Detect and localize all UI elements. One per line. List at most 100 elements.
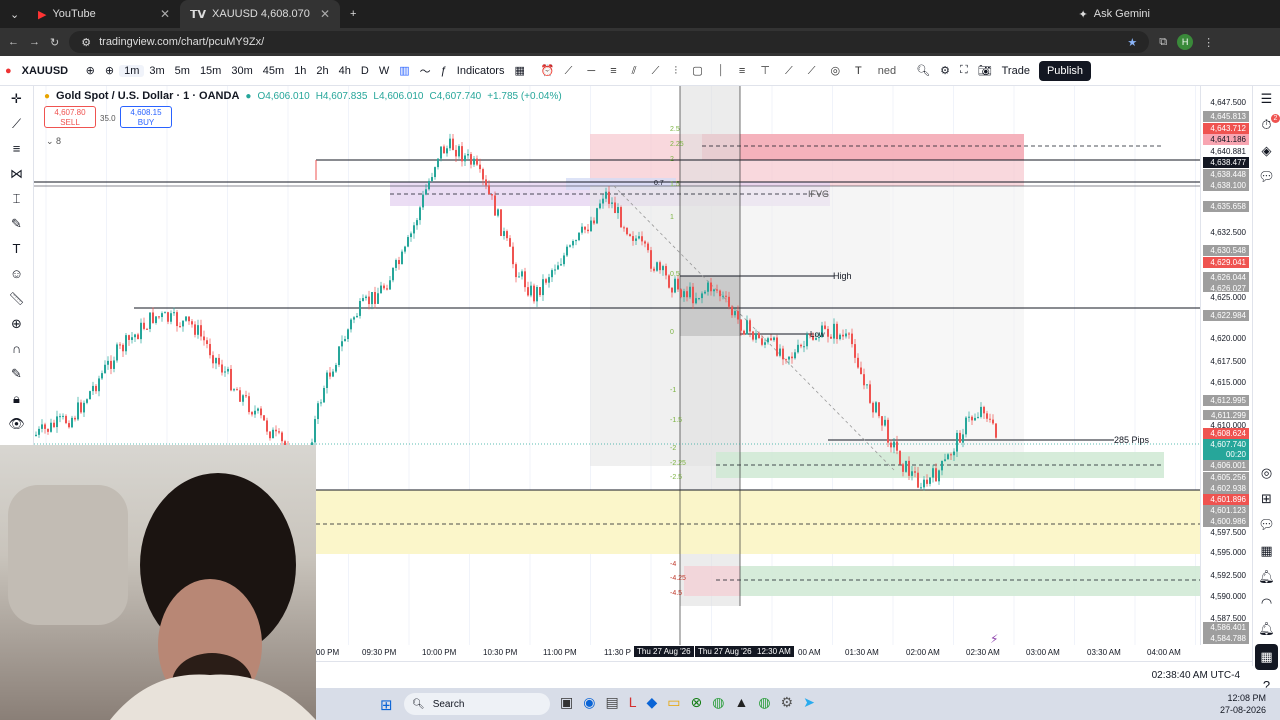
interval-3m[interactable]: 3m [144, 65, 169, 77]
chrome-icon[interactable]: ◍ [712, 694, 724, 711]
bell-icon[interactable]: 🔔︎ [1253, 564, 1280, 590]
interval-w[interactable]: W [374, 65, 394, 77]
sell-box[interactable]: 4,607.80 SELL [44, 106, 96, 128]
candle-body [65, 415, 67, 424]
lock-draw-icon[interactable]: ✎ [0, 361, 33, 386]
pattern-icon[interactable]: ⋈ [0, 161, 33, 186]
interval-2h[interactable]: 2h [311, 65, 333, 77]
store-icon[interactable]: ◆ [646, 694, 657, 711]
publish-button[interactable]: Publish [1038, 60, 1092, 81]
time-label: 00 PM [316, 648, 340, 657]
back-icon[interactable]: ← [8, 36, 19, 48]
folder-icon[interactable]: ▭ [667, 694, 680, 711]
zoom-icon[interactable]: ⊕ [0, 311, 33, 336]
fullscreen-icon[interactable]: ⛶ [955, 64, 973, 77]
tab-tradingview[interactable]: 𝗧𝗩XAUUSD 4,608.070 ▲ +0.29% ...✕ [180, 0, 340, 28]
lightning-icon[interactable]: ⚡ [990, 632, 998, 646]
brush-icon[interactable]: ✎ [0, 211, 33, 236]
chat2-icon[interactable]: 💬︎ [1253, 512, 1280, 538]
notification-icon[interactable]: 🔔︎ [1253, 616, 1280, 642]
interval-15m[interactable]: 15m [195, 65, 226, 77]
candle-body [74, 417, 76, 420]
time-axis[interactable]: 00 PM 09:30 PM 10:00 PM 10:30 PM 11:00 PM 11:… [316, 645, 1252, 661]
eye-icon[interactable]: 👁︎ [0, 411, 33, 436]
interval-45m[interactable]: 45m [258, 65, 289, 77]
taskbar-search[interactable]: 🔍︎ Search [404, 693, 550, 715]
settings-app-icon[interactable]: ⚙ [781, 694, 794, 711]
tab-menu[interactable]: ⌄ [0, 0, 28, 28]
grid-icon[interactable]: ⊞ [1253, 486, 1280, 512]
calendar-icon[interactable]: ▦ [1253, 538, 1280, 564]
forward-icon[interactable]: → [29, 36, 40, 48]
start-icon[interactable]: ⊞ [380, 696, 393, 714]
search-icon[interactable]: 🔍︎ [911, 64, 935, 77]
candle-body [221, 364, 223, 373]
indicators-button[interactable]: Indicators [452, 65, 510, 77]
chat-icon[interactable]: 💬︎ [1253, 164, 1280, 190]
buy-box[interactable]: 4,608.15 BUY [120, 106, 172, 128]
camera-icon[interactable]: 📷︎ [973, 64, 997, 77]
interval-1m[interactable]: 1m [119, 64, 145, 77]
interval-4h[interactable]: 4h [334, 65, 356, 77]
compare-icon[interactable]: ⊕ [100, 64, 119, 77]
xbox-icon[interactable]: ⊗ [691, 694, 703, 711]
close-icon[interactable]: ✕ [160, 7, 170, 21]
settings-icon[interactable]: ⚙ [935, 64, 955, 77]
interval-d[interactable]: D [356, 65, 374, 77]
files-icon[interactable]: ▤ [605, 694, 618, 711]
url-field[interactable]: ⚙ tradingview.com/chart/pcuMY9Zx/★ [69, 31, 1150, 53]
price-axis[interactable]: 4,647.500 4,645.813 4,643.712 4,641.186 4,64… [1200, 86, 1252, 646]
line-type-icon[interactable]: 〜 [415, 63, 436, 79]
symbol-search[interactable]: XAUUSD [17, 65, 81, 77]
emoji-icon[interactable]: ☺ [0, 261, 33, 286]
gemini-button[interactable]: ✦ Ask Gemini [1079, 8, 1280, 21]
user-avatar[interactable]: ● [0, 65, 17, 77]
time-label: 12:30 AM [754, 646, 794, 657]
new-tab-button[interactable]: + [340, 0, 366, 28]
utc-time[interactable]: 02:38:40 AM UTC-4 [1152, 670, 1240, 681]
file-explorer-icon[interactable]: ▣ [560, 694, 573, 711]
interval-1h[interactable]: 1h [289, 65, 311, 77]
app-a-icon[interactable]: ▲ [734, 694, 748, 711]
candle-type-icon[interactable]: ▥ [394, 64, 414, 77]
fib-icon[interactable]: ≡ [0, 136, 33, 161]
alerts-icon[interactable]: ⏱ 2 [1253, 112, 1280, 138]
outlook-icon[interactable]: ◉ [583, 694, 595, 711]
symbol-title[interactable]: Gold Spot / U.S. Dollar · 1 · OANDA [56, 90, 239, 102]
app-l-icon[interactable]: L [629, 694, 637, 711]
tab-youtube[interactable]: ▶ YouTube ✕ [28, 0, 180, 28]
indicators-icon[interactable]: ƒ [436, 65, 452, 77]
interval-30m[interactable]: 30m [226, 65, 257, 77]
interval-5m[interactable]: 5m [170, 65, 195, 77]
menu-icon[interactable]: ⋮ [1203, 36, 1214, 49]
plus-icon[interactable]: ⊕ [81, 64, 100, 77]
signal-icon[interactable]: ◠ [1253, 590, 1280, 616]
candle-body [275, 429, 277, 432]
candle-body [578, 232, 580, 241]
watchlist-icon[interactable]: ☰ [1253, 86, 1280, 112]
apps-icon[interactable]: ▦ [1255, 644, 1278, 670]
lock-icon[interactable]: 🔒︎ [0, 386, 33, 411]
bookmark-star-icon[interactable]: ★ [1127, 36, 1137, 49]
ruler-icon[interactable]: 📏︎ [0, 286, 33, 311]
indicator-count[interactable]: ⌄ 8 [46, 136, 61, 147]
trade-button[interactable]: Trade [997, 65, 1035, 77]
telegram-icon[interactable]: ➤ [803, 694, 815, 711]
chrome2-icon[interactable]: ◍ [758, 694, 770, 711]
system-tray-clock[interactable]: 12:08 PM 27-08-2026 [1220, 692, 1266, 716]
reload-icon[interactable]: ↻ [50, 36, 59, 49]
alert-icon[interactable]: ⏰ [536, 64, 560, 77]
text-tool-icon[interactable]: T [0, 236, 33, 261]
close-icon[interactable]: ✕ [320, 7, 330, 21]
candle-body [743, 330, 745, 335]
crosshair-icon[interactable]: ✛ [0, 86, 33, 111]
projection-icon[interactable]: ⌶ [0, 186, 33, 211]
draw-tools-strip[interactable]: ⟋ ─ ≡ ⫽ ⟋ ⫶ ▢ ⏐ ≡ ⊤ ⟋ ⟋ ◎ T [560, 64, 873, 78]
magnet-icon[interactable]: ∩ [0, 336, 33, 361]
target-icon[interactable]: ◎ [1253, 460, 1280, 486]
profile-avatar[interactable]: H [1177, 34, 1194, 50]
data-window-icon[interactable]: ◈ [1253, 138, 1280, 164]
extensions-icon[interactable]: ⧉ [1159, 36, 1167, 49]
trendline-icon[interactable]: ⟋ [0, 111, 33, 136]
layouts-icon[interactable]: ▦ [509, 64, 529, 77]
